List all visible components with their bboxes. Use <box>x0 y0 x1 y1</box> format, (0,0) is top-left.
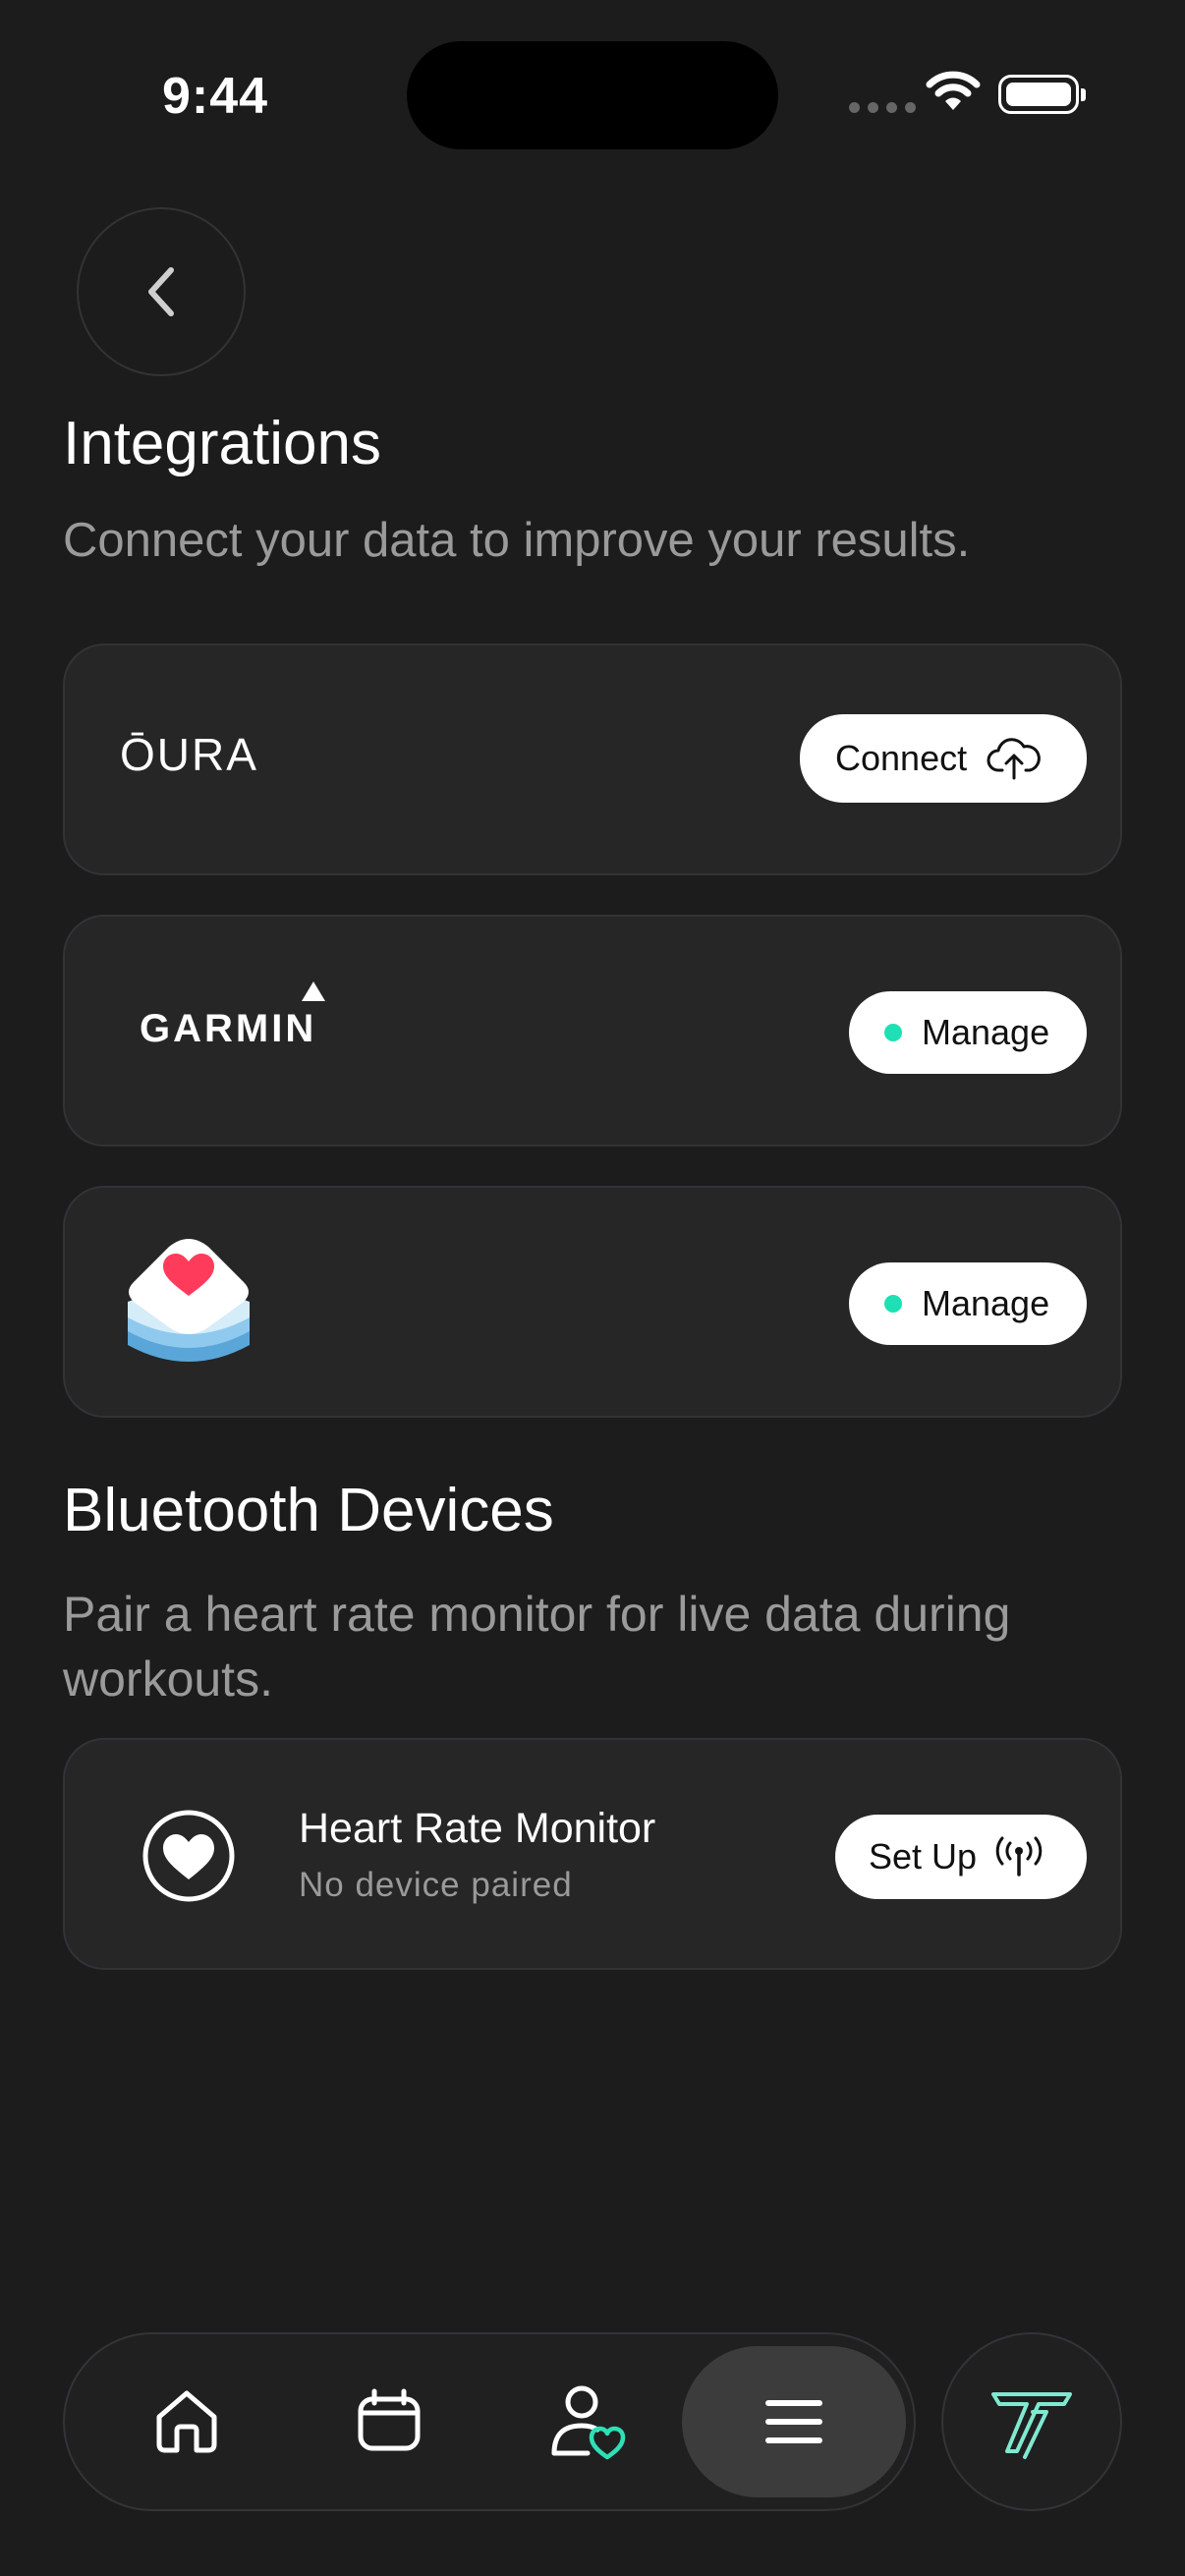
apple-health-icon <box>128 1239 250 1362</box>
home-icon <box>156 2390 217 2453</box>
nav-home[interactable] <box>108 2334 265 2509</box>
cloud-upload-icon <box>987 738 1041 780</box>
section-title-bluetooth: Bluetooth Devices <box>63 1477 554 1544</box>
heart-circle-icon <box>142 1810 235 1902</box>
set-up-button[interactable]: Set Up <box>835 1815 1087 1899</box>
device-name: Heart Rate Monitor <box>299 1805 656 1852</box>
antenna-icon <box>995 1836 1043 1876</box>
chevron-left-icon <box>148 267 174 316</box>
integration-card-garmin: GARMIN Manage <box>63 915 1122 1147</box>
app-logo-button[interactable] <box>941 2332 1122 2511</box>
dynamic-island <box>407 41 778 149</box>
manage-button-garmin[interactable]: Manage <box>849 991 1087 1074</box>
menu-icon <box>765 2400 822 2443</box>
manage-button-apple-health[interactable]: Manage <box>849 1262 1087 1345</box>
nav-profile[interactable] <box>511 2334 668 2509</box>
back-button[interactable] <box>77 207 246 376</box>
connected-status-dot <box>884 1024 902 1041</box>
page-subtitle: Connect your data to improve your result… <box>63 514 971 567</box>
battery-icon <box>998 75 1086 114</box>
cellular-signal-icon <box>849 102 916 113</box>
calendar-icon <box>358 2388 421 2451</box>
set-up-button-label: Set Up <box>869 1836 978 1876</box>
page-title: Integrations <box>63 410 381 477</box>
integration-card-apple-health: Manage <box>63 1186 1122 1418</box>
section-subtitle-bluetooth: Pair a heart rate monitor for live data … <box>63 1587 1011 1707</box>
manage-button-label: Manage <box>922 1283 1050 1323</box>
nav-menu[interactable] <box>715 2334 873 2509</box>
connected-status-dot <box>884 1295 902 1313</box>
app-logo-icon <box>991 2392 1072 2459</box>
status-time: 9:44 <box>162 68 269 125</box>
garmin-logo: GARMIN <box>140 981 325 1051</box>
bottom-nav <box>63 2332 916 2511</box>
oura-logo: ŌURA <box>120 729 258 780</box>
wifi-icon <box>926 71 981 117</box>
device-status: No device paired <box>299 1866 573 1904</box>
connect-button[interactable]: Connect <box>800 714 1087 803</box>
manage-button-label: Manage <box>922 1012 1050 1052</box>
nav-calendar[interactable] <box>310 2334 468 2509</box>
connect-button-label: Connect <box>835 738 968 778</box>
integration-card-oura: ŌURA Connect <box>63 644 1122 875</box>
heart-rate-monitor-card: Heart Rate Monitor No device paired Set … <box>63 1738 1122 1970</box>
profile-heart-icon <box>551 2385 626 2460</box>
